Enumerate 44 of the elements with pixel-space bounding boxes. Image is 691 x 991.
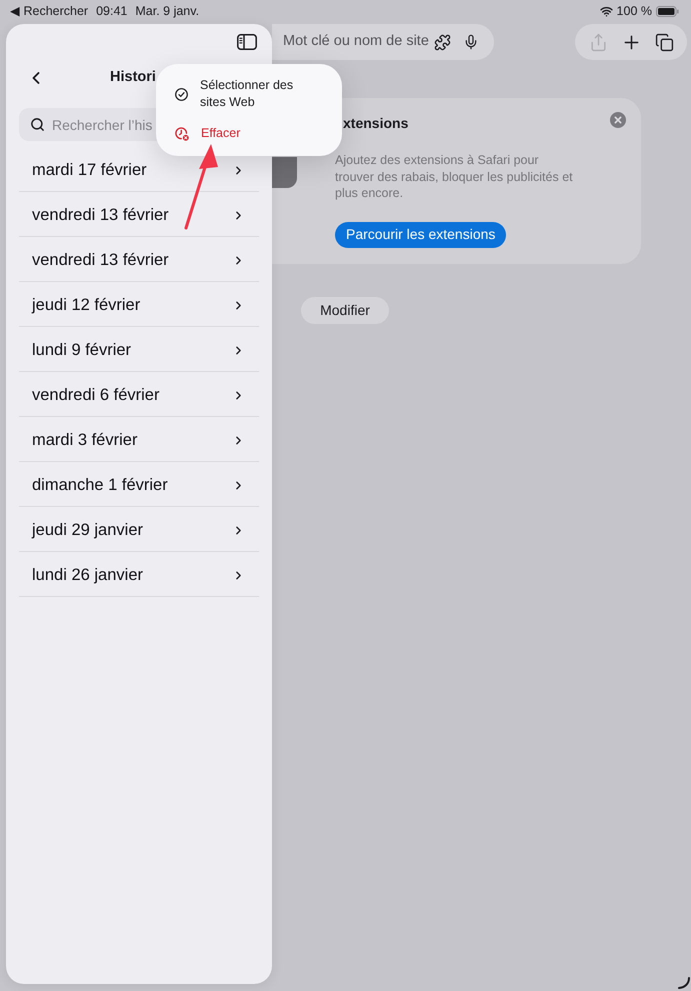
menu-item[interactable]: Sélectionner des sites Web <box>156 77 310 111</box>
history-day-row[interactable]: vendredi 13 février <box>19 237 259 282</box>
panel-title: Histori <box>110 68 156 88</box>
share-icon <box>588 32 608 52</box>
day-label: jeudi 29 janvier <box>32 520 143 541</box>
browse-extensions-button[interactable]: Parcourir les extensions <box>335 222 506 248</box>
day-label: vendredi 13 février <box>32 250 169 271</box>
card-description: Ajoutez des extensions à Safari pour trouver des rabais, bloquer les publicités et plus encore. <box>335 152 573 202</box>
address-placeholder: Mot clé ou nom de site <box>283 32 429 52</box>
history-day-row[interactable]: vendredi 13 février <box>19 192 259 237</box>
edit-button[interactable]: Modifier <box>301 297 389 324</box>
history-day-row[interactable]: dimanche 1 février <box>19 462 259 507</box>
battery-icon <box>656 6 679 16</box>
day-label: vendredi 13 février <box>32 204 169 226</box>
history-day-row[interactable]: mardi 3 février <box>19 417 259 462</box>
day-label: lundi 26 janvier <box>32 564 143 586</box>
history-day-row[interactable]: jeudi 12 février <box>19 282 259 327</box>
app-icon-tile <box>272 157 297 188</box>
wifi-icon <box>600 4 613 18</box>
check-circle-icon <box>175 88 188 100</box>
puzzle-icon[interactable] <box>434 34 451 50</box>
close-icon[interactable] <box>610 112 626 128</box>
mic-icon[interactable] <box>463 34 479 50</box>
address-bar[interactable]: Mot clé ou nom de site <box>272 24 494 60</box>
back-link[interactable]: ◀ Rechercher <box>10 2 88 20</box>
day-label: vendredi 6 février <box>32 384 160 406</box>
history-day-row[interactable]: lundi 9 février <box>19 327 259 372</box>
day-label: jeudi 12 février <box>32 294 140 316</box>
history-day-row[interactable]: jeudi 29 janvier <box>19 507 259 552</box>
status-time: 09:41 <box>96 2 128 20</box>
tabs-icon <box>654 32 674 52</box>
history-day-row[interactable]: lundi 26 janvier <box>19 552 259 597</box>
day-label: lundi 9 février <box>32 340 132 361</box>
status-date: Mar. 9 janv. <box>135 2 200 20</box>
history-day-row[interactable]: vendredi 6 février <box>19 372 259 417</box>
search-icon <box>30 117 45 132</box>
battery-percent: 100 % <box>616 2 652 20</box>
day-label: mardi 3 février <box>32 430 138 451</box>
corner-arc-icon <box>678 977 690 989</box>
sidebar-icon[interactable] <box>237 34 257 50</box>
clock-x-icon <box>175 126 189 140</box>
day-label: mardi 17 février <box>32 160 147 181</box>
day-label: dimanche 1 février <box>32 474 168 496</box>
card-title: xtensions <box>343 114 408 132</box>
